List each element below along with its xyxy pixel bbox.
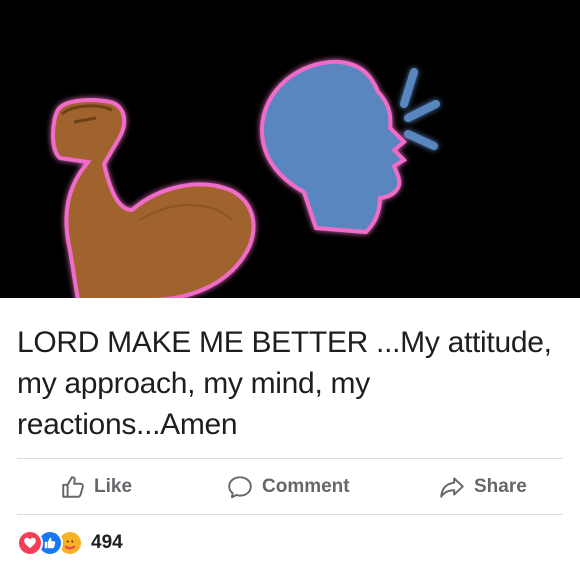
post-caption: LORD MAKE ME BETTER ...My attitude, my a… xyxy=(17,326,552,441)
post-card: LORD MAKE ME BETTER ...My attitude, my a… xyxy=(0,0,580,580)
reaction-summary[interactable]: 494 xyxy=(17,528,123,558)
divider-top xyxy=(17,458,563,459)
post-image-art xyxy=(51,59,440,298)
divider-bottom xyxy=(17,514,563,515)
like-label: Like xyxy=(94,476,133,497)
comment-icon xyxy=(228,476,252,499)
speaking-head-icon xyxy=(259,59,440,235)
share-label: Share xyxy=(474,476,527,497)
comment-button[interactable]: Comment xyxy=(226,460,350,514)
share-arrow-icon xyxy=(440,477,464,498)
share-button[interactable]: Share xyxy=(438,460,527,514)
action-bar: Like Comment Share xyxy=(0,460,580,514)
thumbs-up-icon xyxy=(62,476,84,498)
reaction-count: 494 xyxy=(91,532,123,553)
post-image[interactable] xyxy=(0,0,580,298)
comment-label: Comment xyxy=(262,476,350,497)
love-reaction-icon xyxy=(17,530,43,556)
flexed-biceps-icon xyxy=(51,98,256,298)
like-button[interactable]: Like xyxy=(60,460,132,514)
